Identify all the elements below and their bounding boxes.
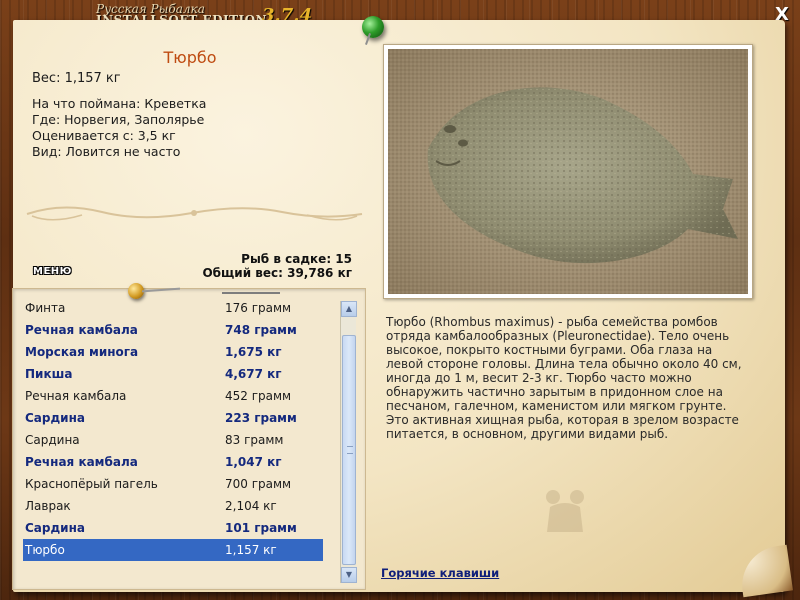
turbot-photo	[388, 49, 748, 294]
list-item-name: Лаврак	[25, 499, 71, 513]
list-item-name: Сардина	[25, 433, 80, 447]
list-item-weight: 1,675 кг	[225, 345, 282, 359]
scroll-grip-icon	[347, 446, 353, 454]
scroll-thumb[interactable]	[342, 335, 356, 565]
list-item-weight: 4,677 кг	[225, 367, 282, 381]
list-item-name: Финта	[25, 301, 66, 315]
list-item-weight: 1,157 кг	[225, 543, 277, 557]
hotkeys-link[interactable]: Горячие клавиши	[381, 566, 499, 580]
fish-description: Тюрбо (Rhombus maximus) - рыба семейства…	[386, 315, 742, 441]
list-item[interactable]: Речная камбала 748 грамм	[23, 319, 323, 341]
list-item-name: Сардина	[25, 411, 85, 425]
scroll-down-icon[interactable]: ▼	[341, 567, 357, 583]
list-item[interactable]: Лаврак 2,104 кг	[23, 495, 323, 517]
list-item[interactable]: Пикша 4,677 кг	[23, 363, 323, 385]
list-item-weight: 1,047 кг	[225, 455, 282, 469]
list-item-weight: 452 грамм	[225, 389, 292, 403]
list-item-weight: 101 грамм	[225, 521, 297, 535]
list-item-name: Речная камбала	[25, 323, 138, 337]
fish-valued-from: Оценивается с: 3,5 кг	[32, 128, 176, 143]
menu-button[interactable]: МЕНЮ	[33, 266, 77, 280]
list-item[interactable]: Речная камбала 1,047 кг	[23, 451, 323, 473]
fish-photo-frame	[383, 44, 753, 299]
logo-watermark-icon	[546, 490, 584, 532]
fish-title: Тюрбо	[163, 48, 217, 67]
list-item-name: Речная камбала	[25, 389, 127, 403]
fish-count: Рыб в садке: 15	[241, 252, 352, 266]
list-scrollbar[interactable]: ▲ ▼	[340, 301, 357, 583]
catch-list: Финта 176 грамм Речная камбала 748 грамм Мор…	[12, 288, 366, 590]
list-item[interactable]: Сардина 101 грамм	[23, 517, 323, 539]
list-item-name: Сардина	[25, 521, 85, 535]
list-item-weight: 2,104 кг	[225, 499, 277, 513]
list-item-name: Пикша	[25, 367, 73, 381]
list-item-weight: 700 грамм	[225, 477, 292, 491]
list-item[interactable]: Речная камбала 452 грамм	[23, 385, 323, 407]
list-item-name: Краснопёрый пагель	[25, 477, 158, 491]
list-item-name: Речная камбала	[25, 455, 138, 469]
list-item-weight: 223 грамм	[225, 411, 297, 425]
list-item[interactable]: Сардина 83 грамм	[23, 429, 323, 451]
total-weight: Общий вес: 39,786 кг	[202, 266, 352, 280]
list-item-name: Морская минога	[25, 345, 139, 359]
list-item-weight: 83 грамм	[225, 433, 284, 447]
list-item[interactable]: Морская минога 1,675 кг	[23, 341, 323, 363]
scroll-up-icon[interactable]: ▲	[341, 301, 357, 317]
green-pin-icon	[362, 16, 384, 38]
fish-weight: Вес: 1,157 кг	[32, 71, 121, 86]
fish-kind: Вид: Ловится не часто	[32, 144, 181, 159]
fish-location: Где: Норвегия, Заполярье	[32, 112, 205, 127]
list-item[interactable]: Сардина 223 грамм	[23, 407, 323, 429]
list-item[interactable]: Краснопёрый пагель 700 грамм	[23, 473, 323, 495]
list-item[interactable]: Финта 176 грамм	[23, 297, 323, 319]
list-item-name: Тюрбо	[25, 543, 65, 557]
list-item-weight: 176 грамм	[225, 301, 292, 315]
list-item-weight: 748 грамм	[225, 323, 297, 337]
ornament-divider-icon	[26, 206, 363, 221]
list-item[interactable]: Тюрбо 1,157 кг	[23, 539, 323, 561]
scratch-decoration	[222, 292, 280, 294]
fish-bait: На что поймана: Креветка	[32, 96, 207, 111]
